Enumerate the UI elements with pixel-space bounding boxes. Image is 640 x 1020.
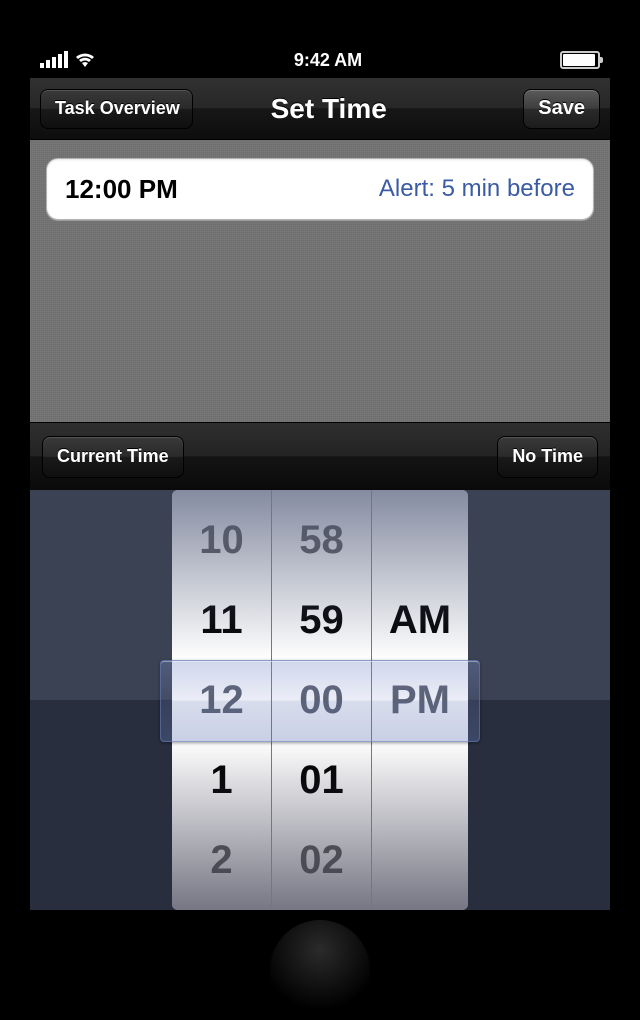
ampm-wheel[interactable]: AM PM (372, 490, 468, 910)
signal-icon (40, 52, 68, 68)
status-bar: 9:42 AM (30, 42, 610, 78)
minute-option[interactable]: 01 (272, 740, 371, 820)
back-button[interactable]: Task Overview (40, 89, 193, 129)
toolbar: Current Time No Time (30, 422, 610, 490)
ampm-option (372, 820, 468, 900)
hour-option[interactable]: 11 (172, 580, 271, 660)
alert-value: Alert: 5 min before (379, 175, 575, 203)
status-right (560, 51, 600, 69)
selected-time-value: 12:00 PM (65, 174, 178, 205)
picker-pane: 10 11 12 1 2 58 59 00 01 02 (30, 490, 610, 910)
hour-option[interactable]: 2 (172, 820, 271, 900)
no-time-button[interactable]: No Time (497, 436, 598, 478)
hour-option[interactable]: 1 (172, 740, 271, 820)
save-button-label: Save (538, 97, 585, 120)
minute-option[interactable]: 58 (272, 500, 371, 580)
home-button[interactable] (270, 920, 370, 1020)
battery-icon (560, 51, 600, 69)
screen: 9:42 AM Task Overview Set Time Save 12:0… (30, 42, 610, 918)
ampm-option (372, 500, 468, 580)
time-cell[interactable]: 12:00 PM Alert: 5 min before (46, 158, 594, 220)
minute-wheel[interactable]: 58 59 00 01 02 (272, 490, 372, 910)
hour-wheel[interactable]: 10 11 12 1 2 (172, 490, 272, 910)
nav-bar: Task Overview Set Time Save (30, 78, 610, 140)
minute-option[interactable]: 02 (272, 820, 371, 900)
back-button-label: Task Overview (55, 98, 180, 119)
hour-option-selected[interactable]: 12 (172, 660, 271, 740)
wifi-icon (74, 52, 96, 68)
ampm-option-selected[interactable]: PM (372, 660, 468, 740)
status-left (40, 52, 96, 68)
content-pane: 12:00 PM Alert: 5 min before Current Tim… (30, 140, 610, 490)
ampm-option (372, 740, 468, 820)
current-time-button[interactable]: Current Time (42, 436, 184, 478)
status-time: 9:42 AM (294, 50, 362, 71)
minute-option[interactable]: 59 (272, 580, 371, 660)
ampm-option[interactable]: AM (372, 580, 468, 660)
hour-option[interactable]: 10 (172, 500, 271, 580)
minute-option-selected[interactable]: 00 (272, 660, 371, 740)
time-picker: 10 11 12 1 2 58 59 00 01 02 (172, 490, 468, 910)
save-button[interactable]: Save (523, 89, 600, 129)
device-frame: 9:42 AM Task Overview Set Time Save 12:0… (0, 0, 640, 960)
